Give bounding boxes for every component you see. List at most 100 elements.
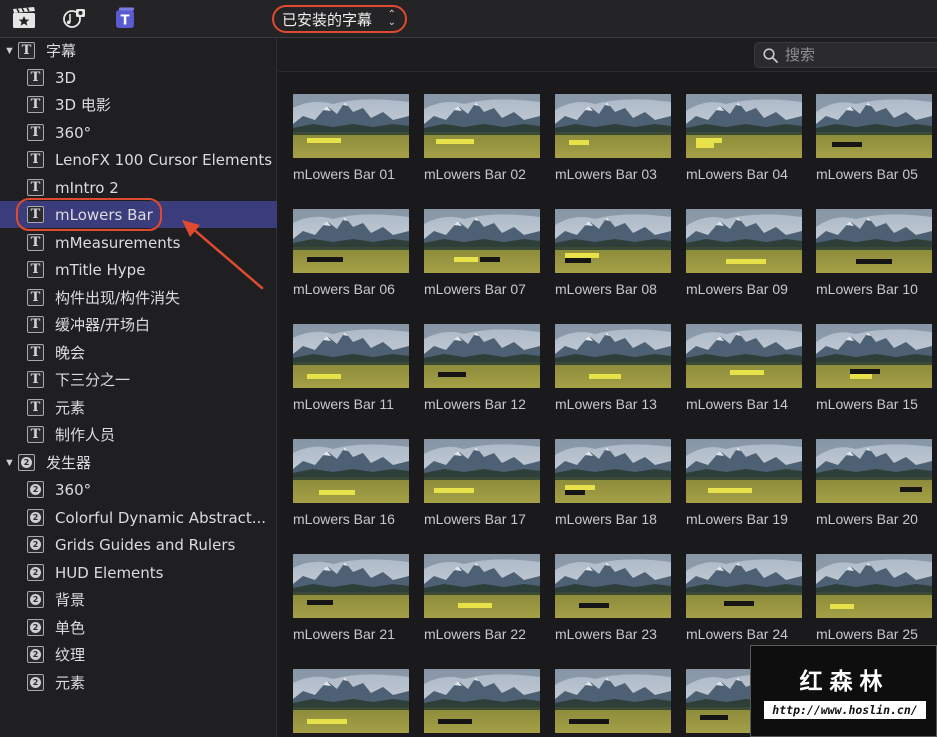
sidebar-item[interactable]: T 元素 [0,394,277,421]
title-t-icon: T [27,151,44,168]
title-thumbnail-tile[interactable]: mLowers Bar 17 [424,439,542,534]
sidebar-item-label: 360° [55,480,92,499]
disclosure-triangle-icon[interactable]: ▼ [4,45,15,57]
thumbnail-image [424,209,540,273]
sidebar-item[interactable]: T 制作人员 [0,421,277,448]
title-thumbnail-tile[interactable] [555,669,673,733]
title-t-icon: T [27,344,44,361]
sidebar-item[interactable]: 2 Grids Guides and Rulers [0,531,277,558]
title-thumbnail-tile[interactable]: mLowers Bar 14 [686,324,804,419]
sidebar-item[interactable]: T 缓冲器/开场白 [0,311,277,338]
sidebar-item[interactable]: 2 元素 [0,669,277,696]
title-thumbnail-tile[interactable]: mLowers Bar 02 [424,94,542,189]
title-thumbnail-tile[interactable]: mLowers Bar 20 [816,439,934,534]
lower-third-bar [708,488,752,493]
browser-category-label: 已安装的字幕 [282,10,373,29]
title-thumbnail-tile[interactable] [424,669,542,733]
lower-third-bar [434,488,474,493]
sidebar-item[interactable]: 2 HUD Elements [0,559,277,586]
title-thumbnail-tile[interactable]: mLowers Bar 12 [424,324,542,419]
title-thumbnail-tile[interactable]: mLowers Bar 21 [293,554,411,649]
title-thumbnail-tile[interactable]: mLowers Bar 05 [816,94,934,189]
title-thumbnail-tile[interactable]: mLowers Bar 24 [686,554,804,649]
sidebar-category-label: 字幕 [46,42,77,60]
title-thumbnail-tile[interactable]: mLowers Bar 16 [293,439,411,534]
sidebar-category-generators[interactable]: ▼ 2 发生器 [0,449,277,476]
title-thumbnail-tile[interactable]: mLowers Bar 07 [424,209,542,304]
sidebar-item[interactable]: T LenoFX 100 Cursor Elements [0,146,277,173]
search-field[interactable] [754,42,937,68]
lower-third-bar [700,715,728,720]
lower-third-bar [307,374,341,379]
lower-third-bar [565,490,585,495]
disclosure-triangle-icon[interactable]: ▼ [4,457,15,469]
sidebar-item[interactable]: T 3D 电影 [0,91,277,118]
title-thumbnail-tile[interactable]: mLowers Bar 04 [686,94,804,189]
sidebar-item[interactable]: T 3D [0,64,277,91]
search-input[interactable] [785,46,935,64]
title-thumbnail-tile[interactable]: mLowers Bar 09 [686,209,804,304]
sidebar-item-label: 3D [55,68,77,87]
thumbnail-image [293,209,409,273]
sidebar-item[interactable]: T 晚会 [0,339,277,366]
sidebar-item-label: 单色 [55,619,86,637]
generator-icon: 2 [27,536,44,553]
sidebar-item[interactable]: 2 单色 [0,614,277,641]
sidebar-item[interactable]: 2 Colorful Dynamic Abstract... [0,504,277,531]
sidebar-item-label: 晚会 [55,344,86,362]
thumbnail-caption: mLowers Bar 12 [424,396,526,412]
lower-third-bar [589,374,621,379]
lower-third-bar [307,719,347,724]
title-thumbnail-tile[interactable]: mLowers Bar 01 [293,94,411,189]
sidebar-item-label: LenoFX 100 Cursor Elements [55,150,273,169]
watermark-url: http://www.hoslin.cn/ [764,701,926,719]
thumbnail-caption: mLowers Bar 04 [686,166,788,182]
thumbnail-caption: mLowers Bar 15 [816,396,918,412]
title-thumbnail-tile[interactable]: mLowers Bar 25 [816,554,934,649]
sidebar-item[interactable]: TmIntro 2 [0,174,277,201]
thumbnail-image [686,439,802,503]
titles-icon[interactable]: T [112,6,138,30]
lower-third-bar [480,257,500,262]
title-thumbnail-tile[interactable]: mLowers Bar 03 [555,94,673,189]
title-thumbnail-tile[interactable]: mLowers Bar 18 [555,439,673,534]
thumbnail-image [816,324,932,388]
generator-icon: 2 [18,454,35,471]
watermark-title: 红森林 [799,669,890,695]
sidebar-item-label: Colorful Dynamic Abstract... [55,508,267,527]
title-thumbnail-tile[interactable]: mLowers Bar 13 [555,324,673,419]
sidebar-item[interactable]: 2 纹理 [0,641,277,668]
title-thumbnail-tile[interactable]: mLowers Bar 19 [686,439,804,534]
title-thumbnail-tile[interactable]: mLowers Bar 06 [293,209,411,304]
thumbnail-caption: mLowers Bar 22 [424,626,526,642]
thumbnail-image [555,94,671,158]
thumbnail-caption: mLowers Bar 25 [816,626,918,642]
title-t-icon: T [27,316,44,333]
music-photo-icon[interactable] [62,6,88,30]
thumbnail-image [555,554,671,618]
title-t-icon: T [27,96,44,113]
title-thumbnail-tile[interactable]: mLowers Bar 22 [424,554,542,649]
sidebar-item-label: mMeasurements [55,233,181,252]
title-t-icon: T [18,42,35,59]
sidebar-item[interactable]: 2 背景 [0,586,277,613]
lower-third-bar [730,370,764,375]
title-thumbnail-tile[interactable]: mLowers Bar 15 [816,324,934,419]
clapperboard-star-icon[interactable] [11,6,37,30]
title-thumbnail-tile[interactable]: mLowers Bar 10 [816,209,934,304]
sidebar-item-label: 构件出现/构件消失 [55,289,181,307]
title-thumbnail-tile[interactable]: mLowers Bar 11 [293,324,411,419]
sidebar-item-label: 3D 电影 [55,96,111,114]
thumbnail-caption: mLowers Bar 01 [293,166,395,182]
browser-category-select[interactable]: 已安装的字幕 ⌃ ⌄ [272,5,407,33]
svg-text:T: T [121,14,130,29]
sidebar-item[interactable]: T 360° [0,119,277,146]
title-thumbnail-tile[interactable]: mLowers Bar 08 [555,209,673,304]
title-thumbnail-tile[interactable]: mLowers Bar 23 [555,554,673,649]
sidebar-item[interactable]: T 下三分之一 [0,366,277,393]
sidebar-category-titles[interactable]: ▼ T 字幕 [0,37,277,64]
thumbnail-image [293,324,409,388]
title-thumbnail-tile[interactable] [293,669,411,733]
thumbnail-caption: mLowers Bar 05 [816,166,918,182]
sidebar-item[interactable]: 2 360° [0,476,277,503]
